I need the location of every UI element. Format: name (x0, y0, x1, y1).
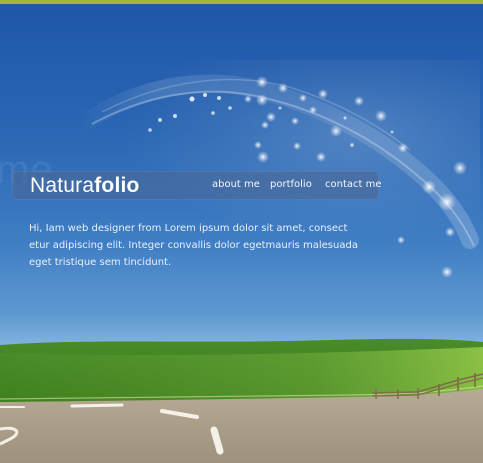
header-nav-bar: Naturafolio about me portfolio contact m… (12, 171, 382, 200)
site-logo[interactable]: Naturafolio (30, 172, 140, 199)
nav-link-contact-me[interactable]: contact me (325, 179, 382, 191)
nav-link-portfolio[interactable]: portfolio (270, 179, 312, 191)
nav-link-about-me[interactable]: about me (212, 179, 260, 191)
intro-text: Hi, Iam web designer from Lorem ipsum do… (29, 223, 358, 268)
logo-name-light: Natura (30, 174, 95, 197)
road-landscape-icon (0, 338, 483, 463)
logo-name-bold: folio (94, 174, 140, 197)
page: me Naturafolio about me portfolio contac… (0, 0, 483, 463)
